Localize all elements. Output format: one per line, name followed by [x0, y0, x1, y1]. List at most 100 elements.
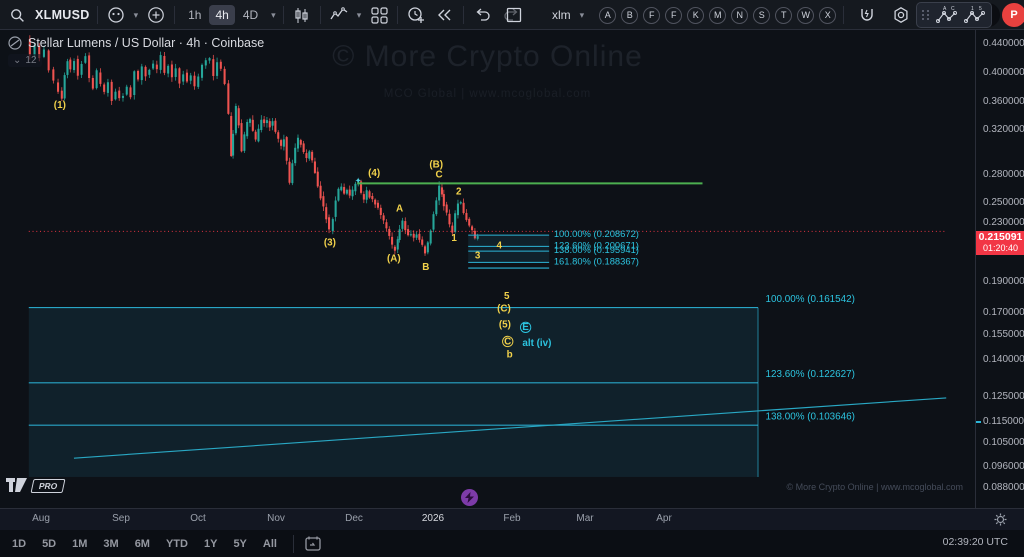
- range-button-3m[interactable]: 3M: [95, 535, 126, 553]
- letter-button-f-2[interactable]: F: [643, 7, 660, 24]
- divider: [463, 6, 464, 24]
- layout-grid-icon[interactable]: [368, 4, 390, 26]
- range-button-1d[interactable]: 1D: [4, 535, 34, 553]
- interval-button-4D[interactable]: 4D: [237, 5, 264, 25]
- divider: [97, 6, 98, 24]
- svg-text:A: A: [396, 204, 403, 215]
- price-tick: 0.280000: [983, 169, 1024, 180]
- divider: [843, 6, 844, 24]
- floating-drawing-toolbar: AC 15: [916, 2, 992, 28]
- svg-text:B: B: [422, 262, 429, 273]
- price-tick: 0.400000: [983, 67, 1024, 78]
- symbol-name[interactable]: XLMUSD: [35, 8, 90, 22]
- interval-switcher: 1h4h4D: [182, 5, 264, 25]
- price-axis[interactable]: 0.4400000.4000000.3600000.3200000.280000…: [975, 30, 1024, 530]
- letter-button-w-9[interactable]: W: [797, 7, 814, 24]
- drag-handle-icon[interactable]: [922, 10, 930, 20]
- date-range-switcher: 1D5D1M3M6MYTD1Y5YAll: [4, 535, 285, 553]
- time-tick-mar: Mar: [565, 513, 605, 524]
- price-tick: 0.360000: [983, 96, 1024, 107]
- letter-button-a-0[interactable]: A: [599, 7, 616, 24]
- elliott-correction-wave-icon[interactable]: AC: [936, 4, 958, 26]
- divider: [397, 6, 398, 24]
- fib-retracement-small[interactable]: 100.00% (0.208672)123.60% (0.200671)138.…: [468, 228, 639, 268]
- time-axis[interactable]: AugSepOctNovDec2026FebMarApr: [0, 508, 1024, 530]
- legend-title[interactable]: Stellar Lumens / US Dollar · 4h · Coinba…: [28, 36, 264, 50]
- collapsed-count: 12: [25, 55, 36, 66]
- chart-pane[interactable]: © More Crypto Online MCO Global | www.mc…: [0, 30, 975, 508]
- utc-clock[interactable]: 02:39:20 UTC: [943, 536, 1008, 548]
- letter-button-k-4[interactable]: K: [687, 7, 704, 24]
- svg-text:100.00% (0.208672): 100.00% (0.208672): [554, 228, 639, 239]
- last-price-tag: 0.215091 01:20:40: [976, 231, 1024, 255]
- settings-icon[interactable]: [890, 4, 912, 26]
- time-tick-oct: Oct: [178, 513, 218, 524]
- indicators-icon[interactable]: [328, 4, 350, 26]
- letter-button-x-10[interactable]: X: [819, 7, 836, 24]
- interval-menu-chevron-icon[interactable]: ▾: [271, 10, 276, 21]
- letter-button-b-1[interactable]: B: [621, 7, 638, 24]
- candles-layer: [29, 35, 479, 256]
- svg-text:2: 2: [456, 187, 462, 198]
- go-to-date-icon[interactable]: [302, 533, 324, 555]
- time-tick-apr: Apr: [644, 513, 684, 524]
- time-tick-dec: Dec: [334, 513, 374, 524]
- svg-text:(3): (3): [324, 237, 336, 248]
- object-tree-collapsed[interactable]: ⌄ 12: [8, 54, 42, 67]
- range-button-5y[interactable]: 5Y: [225, 535, 254, 553]
- svg-text:138.00% (0.195941): 138.00% (0.195941): [554, 244, 639, 255]
- letter-button-m-5[interactable]: M: [709, 7, 726, 24]
- boost-icon[interactable]: [461, 489, 478, 506]
- interval-button-1h[interactable]: 1h: [182, 5, 207, 25]
- broker-icon[interactable]: [105, 4, 127, 26]
- price-tick: 0.096000: [983, 461, 1024, 472]
- symbol-filter-chevron-icon[interactable]: ▾: [580, 10, 585, 21]
- svg-text:138.00% (0.103646): 138.00% (0.103646): [766, 412, 855, 423]
- candlestick-chart[interactable]: 100.00% (0.161542)123.60% (0.122627)138.…: [0, 30, 975, 508]
- letter-button-n-6[interactable]: N: [731, 7, 748, 24]
- letter-button-t-8[interactable]: T: [775, 7, 792, 24]
- tradingview-logo[interactable]: PRO: [6, 478, 64, 493]
- price-tick: 0.115000: [983, 416, 1024, 427]
- touch-marker: ✦: [355, 175, 362, 185]
- bar-countdown: 01:20:40: [976, 243, 1024, 253]
- undo-icon[interactable]: [471, 4, 493, 26]
- rectangle-tool-icon[interactable]: [503, 4, 525, 26]
- svg-text:1: 1: [451, 233, 457, 244]
- svg-text:C: C: [435, 170, 442, 181]
- compare-add-icon[interactable]: [145, 4, 167, 26]
- divider: [293, 535, 294, 553]
- search-icon[interactable]: [6, 4, 28, 26]
- letter-shortcut-bar: ABFFKMNSTWX: [599, 7, 836, 24]
- svg-text:4: 4: [497, 240, 503, 251]
- alert-clock-icon[interactable]: [405, 4, 427, 26]
- chevron-down-icon[interactable]: ▾: [134, 10, 139, 21]
- range-button-6m[interactable]: 6M: [127, 535, 158, 553]
- range-button-all[interactable]: All: [255, 535, 285, 553]
- user-avatar[interactable]: P: [1002, 3, 1024, 27]
- interval-button-4h[interactable]: 4h: [209, 5, 234, 25]
- elliott-impulse-wave-icon[interactable]: 15: [964, 4, 986, 26]
- fib-retracement-large[interactable]: 100.00% (0.161542)123.60% (0.122627)138.…: [29, 294, 855, 477]
- price-tick: 0.140000: [983, 354, 1024, 365]
- magnet-icon[interactable]: [856, 4, 878, 26]
- indicators-chevron-icon[interactable]: ▾: [357, 10, 362, 21]
- time-tick-nov: Nov: [256, 513, 296, 524]
- chart-legend: Stellar Lumens / US Dollar · 4h · Coinba…: [8, 36, 264, 68]
- range-button-ytd[interactable]: YTD: [158, 535, 196, 553]
- letter-button-s-7[interactable]: S: [753, 7, 770, 24]
- time-tick-sep: Sep: [101, 513, 141, 524]
- svg-text:(1): (1): [54, 100, 66, 111]
- letter-button-f-3[interactable]: F: [665, 7, 682, 24]
- svg-text:5: 5: [979, 6, 982, 12]
- svg-text:(A): (A): [387, 253, 401, 264]
- svg-text:alt (iv): alt (iv): [522, 338, 551, 349]
- svg-text:(5): (5): [499, 319, 511, 330]
- range-button-5d[interactable]: 5D: [34, 535, 64, 553]
- axis-settings-gear-icon[interactable]: [994, 513, 1007, 531]
- symbol-filter-value[interactable]: xlm: [552, 8, 571, 22]
- range-button-1m[interactable]: 1M: [64, 535, 95, 553]
- range-button-1y[interactable]: 1Y: [196, 535, 225, 553]
- chart-style-candles-icon[interactable]: [291, 4, 313, 26]
- replay-icon[interactable]: [434, 4, 456, 26]
